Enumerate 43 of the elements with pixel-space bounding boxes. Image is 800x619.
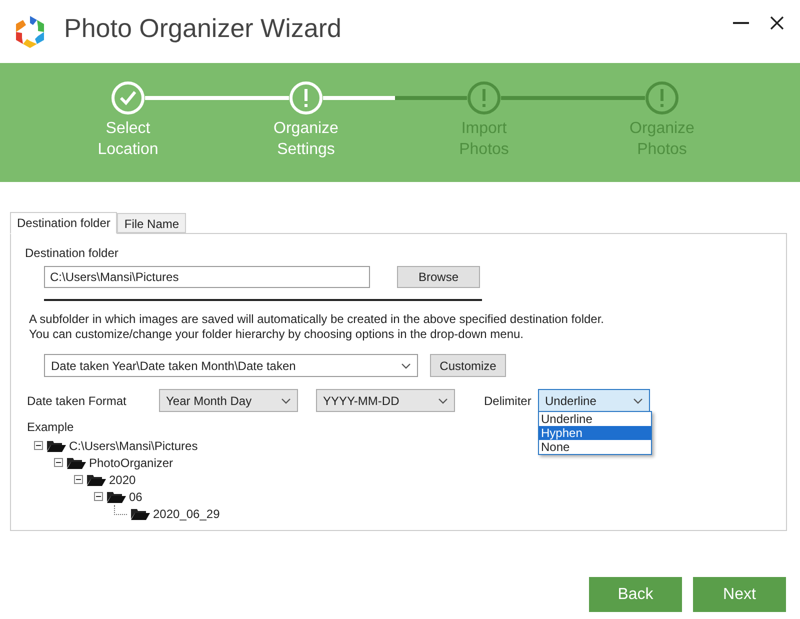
tree-item[interactable]: 06 xyxy=(129,490,142,504)
order-dropdown[interactable]: Year Month Day xyxy=(159,389,298,412)
hierarchy-dropdown[interactable]: Date taken Year\Date taken Month\Date taken xyxy=(44,354,418,377)
collapse-icon[interactable] xyxy=(34,441,43,450)
folder-field[interactable]: C:\Users\Mansi\Pictures xyxy=(44,266,370,288)
info-text: You can customize/change your folder hierarchy by choosing options in the drop-down menu. xyxy=(29,327,525,342)
step-label: Select Location xyxy=(96,119,160,160)
collapse-icon[interactable] xyxy=(54,458,63,467)
folder-icon xyxy=(106,490,126,502)
field-label: Delimiter xyxy=(484,394,532,408)
info-text: A subfolder in which images are saved will automatically be created in the above specified destination folder. xyxy=(29,312,605,327)
collapse-icon[interactable] xyxy=(94,492,103,501)
tree-item[interactable]: 2020 xyxy=(109,472,136,486)
tab[interactable]: File Name xyxy=(117,213,186,233)
tree-item[interactable]: C:\Users\Mansi\Pictures xyxy=(69,438,198,452)
chevron-icon xyxy=(438,398,448,404)
window-title: Photo Organizer Wizard xyxy=(64,13,342,44)
chevron-icon xyxy=(281,398,291,404)
field-label: Example xyxy=(27,420,74,434)
dropdown-option[interactable]: None xyxy=(539,440,651,454)
dropdown-option[interactable]: Hyphen xyxy=(539,426,651,440)
tree-item[interactable]: 2020_06_29 xyxy=(153,506,220,520)
delimiter-dropdown[interactable]: Underline xyxy=(538,389,650,412)
folder-icon xyxy=(86,474,106,486)
folder-icon xyxy=(130,508,150,520)
close-button[interactable] xyxy=(768,14,786,32)
tree-item[interactable]: PhotoOrganizer xyxy=(89,456,174,470)
chevron-icon xyxy=(633,398,643,404)
field-label: Destination folder xyxy=(25,246,120,260)
folder-icon xyxy=(46,440,66,452)
dropdown-option[interactable]: Underline xyxy=(539,412,651,426)
browse-button[interactable]: Browse xyxy=(397,266,480,288)
collapse-icon[interactable] xyxy=(74,475,83,484)
folder-icon xyxy=(66,456,86,468)
logo-icon xyxy=(13,14,47,48)
pattern-dropdown[interactable]: YYYY-MM-DD xyxy=(316,389,455,412)
chevron-icon xyxy=(401,362,411,368)
step-label: Organize Settings xyxy=(272,119,340,160)
customize-button[interactable]: Customize xyxy=(430,354,506,377)
field-label: Date taken Format xyxy=(27,394,128,408)
tab[interactable]: Destination folder xyxy=(10,212,118,234)
close-icon xyxy=(770,16,784,30)
minimize-icon xyxy=(733,22,749,24)
